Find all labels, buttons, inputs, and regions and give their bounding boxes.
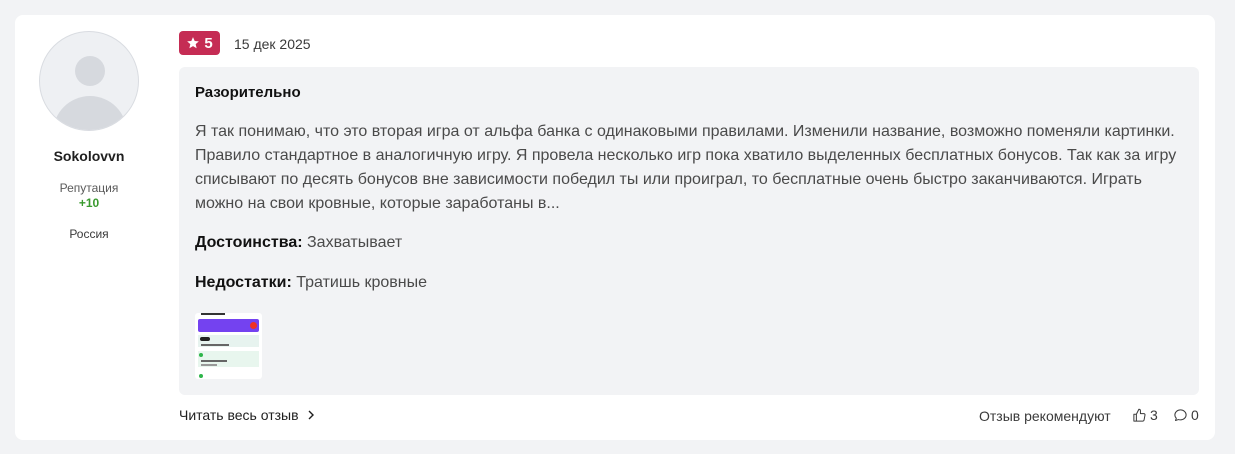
author-username[interactable]: Sokolovvn	[15, 148, 163, 164]
avatar-body	[53, 96, 127, 130]
review-card: Sokolovvn Репутация +10 Россия 5 15 дек …	[15, 15, 1215, 440]
comment-count: 0	[1191, 407, 1199, 423]
review-pros: Достоинства: Захватывает	[195, 234, 402, 252]
reputation-value: +10	[78, 196, 100, 210]
review-image-thumbnail[interactable]	[195, 313, 262, 379]
chevron-right-icon	[308, 410, 314, 420]
like-button[interactable]: 3	[1132, 407, 1158, 423]
pros-value: Захватывает	[307, 234, 403, 251]
thumbs-up-icon	[1133, 408, 1146, 422]
read-full-review-link[interactable]: Читать весь отзыв	[179, 407, 315, 423]
author-country: Россия	[69, 227, 109, 241]
star-icon	[187, 37, 200, 49]
rating-value: 5	[204, 34, 213, 52]
cons-label: Недостатки:	[195, 274, 292, 291]
review-cons: Недостатки: Тратишь кровные	[195, 274, 427, 292]
read-more-label: Читать весь отзыв	[179, 407, 299, 423]
avatar-head	[75, 56, 105, 86]
comments-button[interactable]: 0	[1173, 407, 1199, 423]
comment-icon	[1174, 408, 1187, 421]
review-text: Я так понимаю, что это вторая игра от ал…	[195, 123, 1177, 212]
cons-value: Тратишь кровные	[296, 274, 427, 291]
reputation-label: Репутация	[59, 181, 119, 195]
recommend-label: Отзыв рекомендуют	[979, 408, 1111, 424]
review-date: 15 дек 2025	[234, 36, 311, 52]
like-count: 3	[1150, 407, 1158, 423]
review-title: Разорительно	[195, 84, 301, 101]
pros-label: Достоинства:	[195, 234, 303, 251]
avatar[interactable]	[39, 31, 139, 131]
rating-badge: 5	[179, 31, 220, 55]
review-body: Разорительно Я так понимаю, что это втор…	[179, 67, 1199, 395]
